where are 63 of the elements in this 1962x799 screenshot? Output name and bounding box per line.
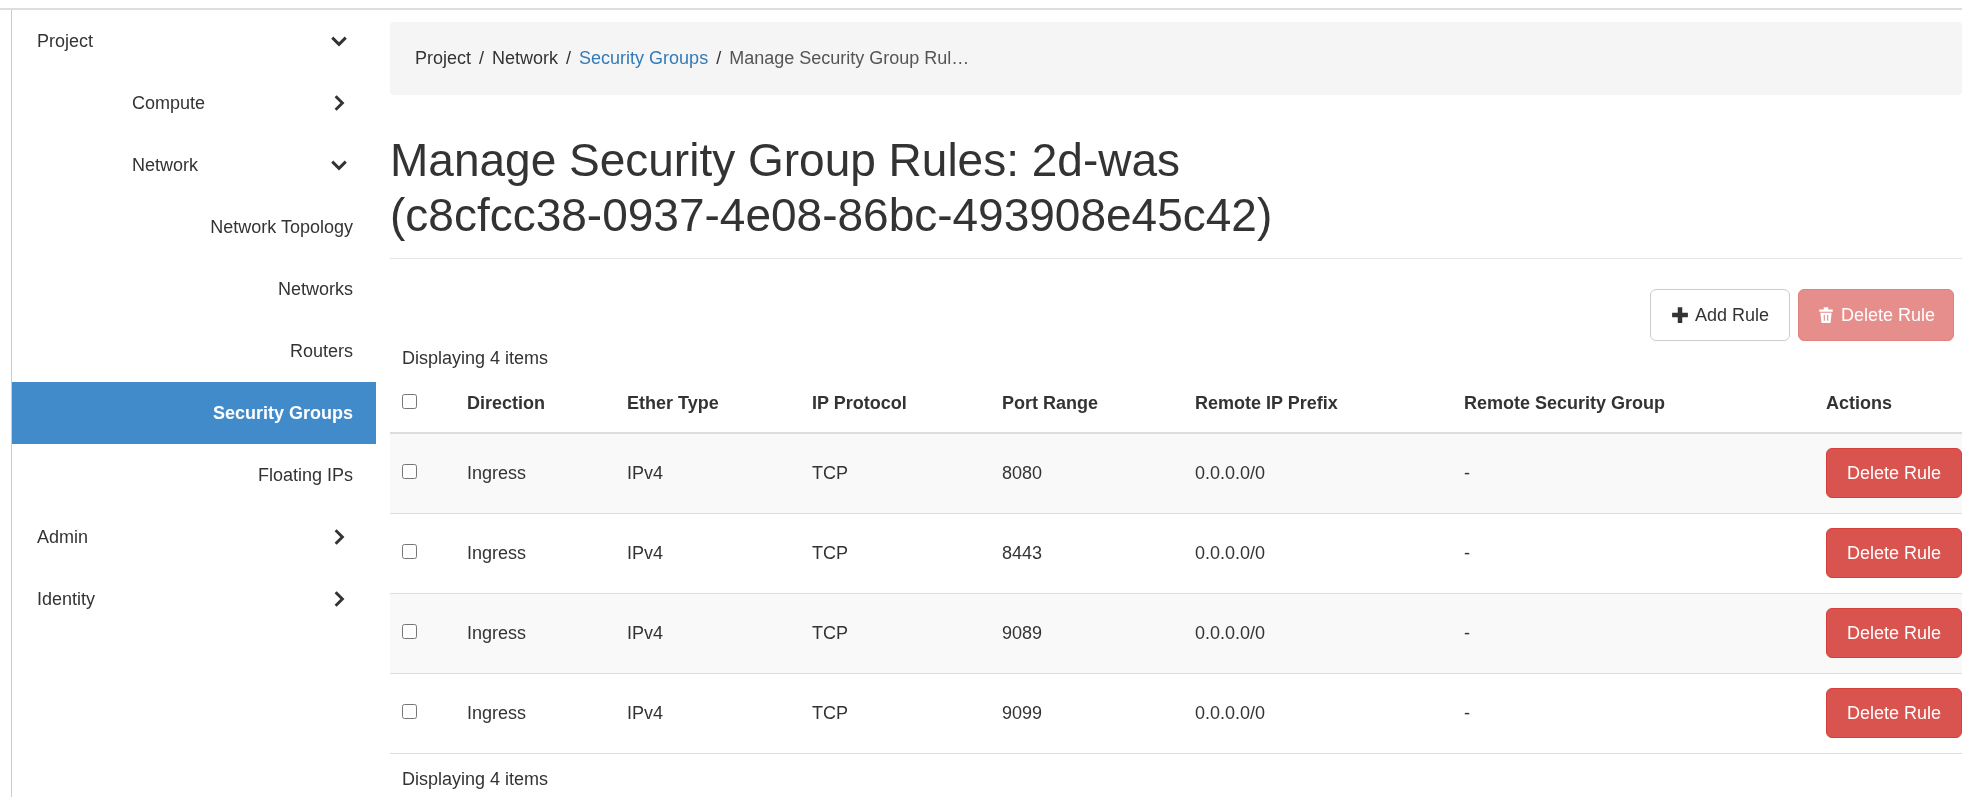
row-checkbox[interactable] xyxy=(402,543,417,559)
item-count: Displaying 4 items xyxy=(402,346,549,370)
table-cell: 0.0.0.0/0 xyxy=(1195,462,1266,483)
column-header: Port Range xyxy=(1002,393,1098,413)
table-cell: - xyxy=(1464,622,1470,643)
column-header: Direction xyxy=(467,393,545,413)
table-cell: IPv4 xyxy=(627,542,664,563)
column-header: Actions xyxy=(1826,393,1892,413)
table-cell: 9089 xyxy=(1002,622,1043,643)
breadcrumb-link[interactable]: Security Groups xyxy=(579,45,709,72)
table-cell: TCP xyxy=(812,542,848,563)
column-header: Ether Type xyxy=(627,393,719,413)
table-cell: TCP xyxy=(812,702,848,723)
table-cell: IPv4 xyxy=(627,622,664,643)
breadcrumb-separator: / xyxy=(566,47,572,70)
row-checkbox[interactable] xyxy=(402,463,417,479)
sidebar-item[interactable]: Network Topology xyxy=(12,196,376,258)
add-rule-button[interactable]: Add Rule xyxy=(1650,289,1791,341)
sidebar-item[interactable]: Identity xyxy=(12,568,376,630)
table-cell: - xyxy=(1464,542,1470,563)
row-checkbox[interactable] xyxy=(402,623,417,639)
table-cell: 0.0.0.0/0 xyxy=(1195,702,1266,723)
sidebar-item[interactable]: Floating IPs xyxy=(12,444,376,506)
table-cell: - xyxy=(1464,702,1470,723)
breadcrumb-separator: / xyxy=(716,47,722,70)
sidebar-item[interactable]: Admin xyxy=(12,506,376,568)
table-cell: - xyxy=(1464,462,1470,483)
delete-rule-button[interactable]: Delete Rule xyxy=(1826,528,1962,578)
page-title: Manage Security Group Rules: 2d-was (c8cfcc38-0937-4e08-86bc-493908e45c42) xyxy=(390,133,1962,259)
table-cell: Ingress xyxy=(467,622,527,643)
table-cell: 8443 xyxy=(1002,542,1043,563)
delete-rule-button[interactable]: Delete Rule xyxy=(1826,448,1962,499)
table-cell: IPv4 xyxy=(627,702,664,723)
sidebar-item[interactable]: Compute xyxy=(12,72,376,134)
table-cell: 0.0.0.0/0 xyxy=(1195,542,1266,563)
column-header: IP Protocol xyxy=(812,393,907,413)
plus-icon xyxy=(1671,306,1689,324)
table-cell: Ingress xyxy=(467,542,527,563)
item-count: Displaying 4 items xyxy=(402,768,549,789)
select-all-checkbox[interactable] xyxy=(402,394,417,409)
breadcrumb-item[interactable]: Network xyxy=(492,45,559,72)
sidebar-item[interactable]: Routers xyxy=(12,320,376,382)
sidebar-item[interactable]: Security Groups xyxy=(12,382,376,444)
table-cell: 0.0.0.0/0 xyxy=(1195,622,1266,643)
row-checkbox[interactable] xyxy=(402,703,417,719)
delete-rule-button[interactable]: Delete Rule xyxy=(1826,688,1962,738)
table-cell: TCP xyxy=(812,462,848,483)
table-cell: 8080 xyxy=(1002,462,1043,483)
delete-rule-button[interactable]: Delete Rule xyxy=(1826,608,1962,658)
sidebar-item[interactable]: Networks xyxy=(12,258,376,320)
trash-icon xyxy=(1817,306,1836,324)
breadcrumb-separator: / xyxy=(479,47,485,70)
sidebar-item[interactable]: Project xyxy=(12,10,376,72)
sidebar-item[interactable]: Network xyxy=(12,134,376,196)
table-cell: 9099 xyxy=(1002,702,1043,723)
table-cell: Ingress xyxy=(467,462,527,483)
breadcrumb-current: Manage Security Group Rul… xyxy=(729,47,970,70)
table-cell: Ingress xyxy=(467,702,527,723)
table-cell: IPv4 xyxy=(627,462,664,483)
table-cell: TCP xyxy=(812,622,848,643)
column-header: Remote IP Prefix xyxy=(1195,393,1338,413)
breadcrumb-item[interactable]: Project xyxy=(415,45,472,72)
column-header: Remote Security Group xyxy=(1464,393,1666,413)
